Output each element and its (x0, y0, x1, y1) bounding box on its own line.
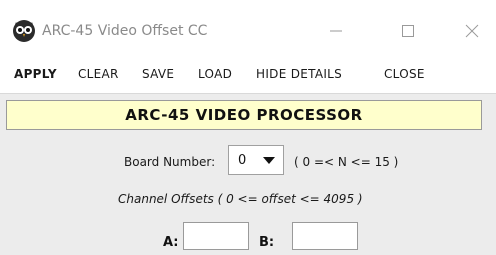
board-range-hint: ( 0 =< N <= 15 ) (294, 155, 399, 169)
board-number-value: 0 (238, 153, 247, 168)
menu-clear[interactable]: CLEAR (78, 66, 119, 82)
dropdown-arrow-icon (263, 157, 275, 164)
channel-b-input[interactable] (292, 222, 358, 250)
board-number-select[interactable]: 0 (228, 145, 284, 175)
owl-logo-icon (12, 19, 36, 43)
title-bar: ARC-45 Video Offset CC (0, 0, 496, 55)
menu-save[interactable]: SAVE (142, 66, 174, 82)
channel-a-input[interactable] (183, 222, 249, 250)
menu-close[interactable]: CLOSE (384, 66, 425, 82)
menu-bar: APPLY CLEAR SAVE LOAD HIDE DETAILS CLOSE (0, 55, 496, 94)
channel-offsets-label: Channel Offsets ( 0 <= offset <= 4095 ) (118, 192, 363, 206)
minimize-button[interactable] (316, 15, 356, 47)
menu-apply[interactable]: APPLY (14, 66, 57, 82)
close-icon (465, 24, 479, 38)
banner-title: ARC-45 VIDEO PROCESSOR (125, 106, 363, 124)
main-panel: ARC-45 VIDEO PROCESSOR Board Number: 0 (… (0, 94, 496, 255)
maximize-icon (402, 25, 414, 37)
channel-b-label: B: (259, 235, 275, 250)
window-title: ARC-45 Video Offset CC (42, 23, 208, 39)
menu-hide-details[interactable]: HIDE DETAILS (256, 66, 342, 82)
maximize-button[interactable] (388, 15, 428, 47)
board-number-label: Board Number: (124, 155, 216, 169)
minimize-icon (330, 30, 342, 32)
close-button[interactable] (452, 15, 492, 47)
channel-a-label: A: (163, 235, 179, 250)
title-banner: ARC-45 VIDEO PROCESSOR (6, 100, 482, 130)
menu-load[interactable]: LOAD (198, 66, 232, 82)
